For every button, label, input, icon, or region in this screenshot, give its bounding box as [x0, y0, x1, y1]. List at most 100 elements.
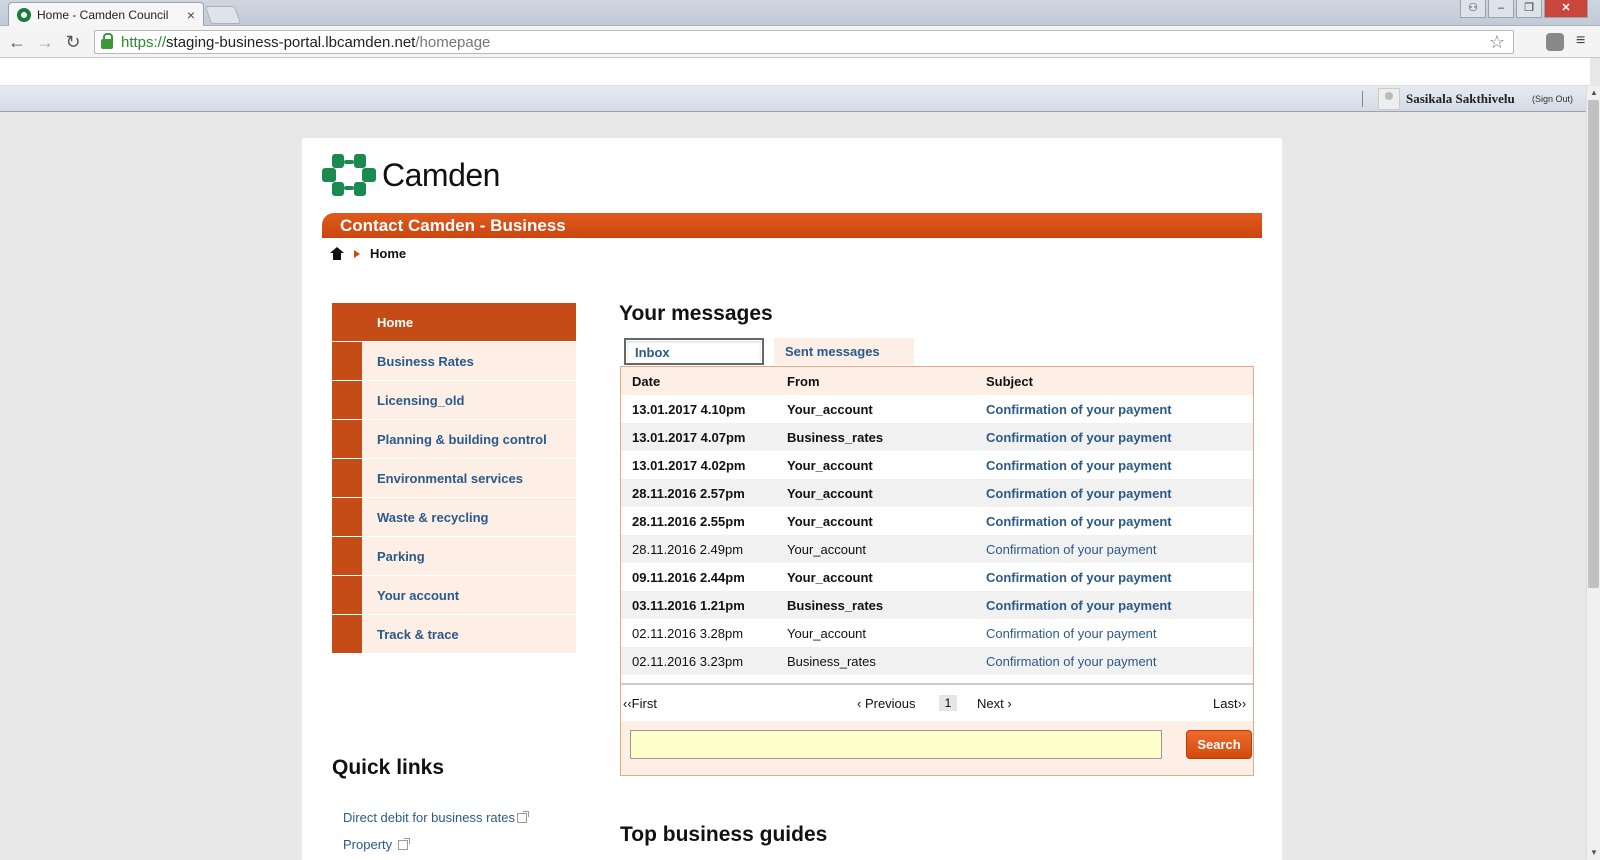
user-name: Sasikala Sakthivelu — [1406, 91, 1515, 106]
logo-text: Camden — [382, 156, 500, 193]
message-subject-link[interactable]: Confirmation of your payment — [975, 451, 1253, 479]
message-from: Business_rates — [776, 647, 975, 675]
profile-icon[interactable]: ⚇ — [1460, 0, 1486, 18]
url-text: https://staging-business-portal.lbcamden… — [121, 33, 491, 51]
extension-icon[interactable] — [1546, 33, 1564, 51]
sidebar-item-track-trace[interactable]: Track & trace — [332, 615, 576, 654]
camden-favicon-icon — [17, 7, 31, 22]
minimize-button[interactable]: – — [1488, 0, 1514, 18]
message-subject-link[interactable]: Confirmation of your payment — [975, 647, 1253, 675]
message-from: Your_account — [787, 401, 873, 417]
tab-sent-messages[interactable]: Sent messages — [774, 338, 914, 365]
sidebar-item-business-rates[interactable]: Business Rates — [332, 342, 576, 381]
browser-menu-icon[interactable]: ≡ — [1576, 32, 1585, 50]
browser-toolbar: ← → ↻ https://staging-business-portal.lb… — [0, 26, 1600, 58]
message-from: Business_rates — [776, 423, 975, 451]
pager-previous-link[interactable]: ‹ Previous — [857, 696, 916, 711]
message-search-area: Search — [621, 721, 1253, 775]
message-date: 02.11.2016 3.28pm — [632, 625, 744, 641]
column-header-subject[interactable]: Subject — [975, 367, 1253, 395]
table-row[interactable]: 03.11.2016 1.21pm Business_rates Confirmat… — [621, 591, 1253, 619]
sidebar-item-licensing[interactable]: Licensing_old — [332, 381, 576, 420]
sidebar-item-label: Planning & building control — [377, 432, 547, 447]
message-subject-link[interactable]: Confirmation of your payment — [975, 479, 1253, 507]
maximize-button[interactable]: ❐ — [1516, 0, 1542, 18]
table-row[interactable]: 28.11.2016 2.57pm Your_account Confirmatio… — [621, 479, 1253, 507]
search-button[interactable]: Search — [1186, 730, 1252, 759]
table-row[interactable]: 28.11.2016 2.55pm Your_account Confirmatio… — [621, 507, 1253, 535]
message-from: Your_account — [787, 513, 873, 529]
address-bar[interactable]: https://staging-business-portal.lbcamden… — [94, 30, 1514, 54]
message-date: 28.11.2016 2.49pm — [621, 535, 776, 563]
pager-current-page[interactable]: 1 — [939, 695, 957, 711]
tab-inbox-label: Inbox — [635, 345, 670, 360]
table-header-row: Date From Subject — [621, 367, 1253, 395]
message-subject-link[interactable]: Confirmation of your payment — [975, 507, 1253, 535]
column-header-from[interactable]: From — [776, 367, 975, 395]
message-date: 03.11.2016 1.21pm — [621, 591, 776, 619]
browser-tab[interactable]: Home - Camden Council × — [8, 2, 204, 26]
new-tab-button[interactable] — [204, 6, 242, 24]
table-row[interactable]: 28.11.2016 2.49pm Your_account Confirmatio… — [621, 535, 1253, 563]
scroll-up-icon[interactable]: ▲ — [1587, 86, 1600, 100]
message-date: 28.11.2016 2.55pm — [632, 513, 745, 529]
back-arrow-icon[interactable]: ← — [6, 31, 28, 53]
message-subject-link[interactable]: Confirmation of your payment — [975, 423, 1253, 451]
sidebar-item-home[interactable]: Home — [332, 303, 576, 342]
sign-out-link[interactable]: (Sign Out) — [1532, 94, 1573, 104]
bookmark-star-icon[interactable]: ☆ — [1489, 32, 1505, 53]
scroll-down-icon[interactable]: ▼ — [1587, 846, 1600, 860]
messages-table: Date From Subject 13.01.2017 4.10pm Your_… — [621, 367, 1253, 675]
home-icon[interactable] — [330, 247, 344, 260]
scrollbar-thumb[interactable] — [1588, 100, 1599, 588]
message-date: 02.11.2016 3.23pm — [621, 647, 776, 675]
page-scrollbar[interactable]: ▲ ▼ — [1586, 86, 1600, 860]
message-subject-link[interactable]: Confirmation of your payment — [975, 535, 1253, 563]
pager-first-link[interactable]: ‹‹First — [623, 696, 657, 711]
message-from: Your_account — [787, 625, 867, 641]
message-search-input[interactable] — [630, 730, 1162, 759]
table-row[interactable]: 02.11.2016 3.23pm Business_rates Confirmat… — [621, 647, 1253, 675]
table-row[interactable]: 13.01.2017 4.07pm Business_rates Confirmat… — [621, 423, 1253, 451]
bookmark-bar — [0, 58, 1590, 86]
message-date: 13.01.2017 4.07pm — [621, 423, 776, 451]
sidebar-item-parking[interactable]: Parking — [332, 537, 576, 576]
table-row[interactable]: 09.11.2016 2.44pm Your_account Confirmatio… — [621, 563, 1253, 591]
message-from: Business_rates — [776, 591, 975, 619]
message-subject-link[interactable]: Confirmation of your payment — [975, 563, 1253, 591]
message-subject-link[interactable]: Confirmation of your payment — [975, 395, 1253, 423]
message-from: Your_account — [776, 479, 975, 507]
sidebar-item-label: Waste & recycling — [377, 510, 489, 525]
column-header-date[interactable]: Date — [621, 367, 776, 395]
camden-logo[interactable]: Camden — [322, 154, 500, 196]
close-window-button[interactable]: ✕ — [1544, 0, 1588, 18]
external-link-icon — [398, 837, 411, 850]
external-link-icon — [516, 810, 529, 823]
message-subject-link[interactable]: Confirmation of your payment — [975, 591, 1253, 619]
pager-next-link[interactable]: Next › — [977, 696, 1012, 711]
quick-link-property[interactable]: Property — [343, 837, 411, 852]
tab-inbox[interactable]: Inbox — [624, 338, 764, 365]
sidebar-item-waste[interactable]: Waste & recycling — [332, 498, 576, 537]
sidebar-item-planning[interactable]: Planning & building control — [332, 420, 576, 459]
breadcrumb-current: Home — [370, 246, 407, 261]
user-bar: Sasikala Sakthivelu (Sign Out) — [0, 86, 1586, 112]
messages-panel: Date From Subject 13.01.2017 4.10pm Your_… — [620, 366, 1254, 776]
sidebar-item-your-account[interactable]: Your account — [332, 576, 576, 615]
pagination: ‹‹First ‹ Previous 1 Next › Last›› — [621, 685, 1253, 721]
table-row[interactable]: 13.01.2017 4.10pm Your_account Confirmatio… — [621, 395, 1253, 423]
table-row[interactable]: 13.01.2017 4.02pm Your_account Confirmatio… — [621, 451, 1253, 479]
message-from: Your_account — [787, 569, 873, 585]
tab-close-icon[interactable]: × — [187, 7, 195, 23]
sidebar-item-environmental[interactable]: Environmental services — [332, 459, 576, 498]
forward-arrow-icon[interactable]: → — [34, 31, 56, 53]
breadcrumb: Home — [330, 246, 406, 261]
pager-last-link[interactable]: Last›› — [1213, 696, 1246, 711]
message-from: Your_account — [787, 457, 873, 473]
quick-link-direct-debit[interactable]: Direct debit for business rates — [343, 810, 529, 825]
reload-icon[interactable]: ↻ — [62, 31, 84, 53]
banner-title: Contact Camden - Business — [340, 216, 566, 235]
table-row[interactable]: 02.11.2016 3.28pm Your_account Confirmatio… — [621, 619, 1253, 647]
sidebar-item-label: Licensing_old — [377, 393, 465, 408]
message-subject-link[interactable]: Confirmation of your payment — [975, 619, 1253, 647]
